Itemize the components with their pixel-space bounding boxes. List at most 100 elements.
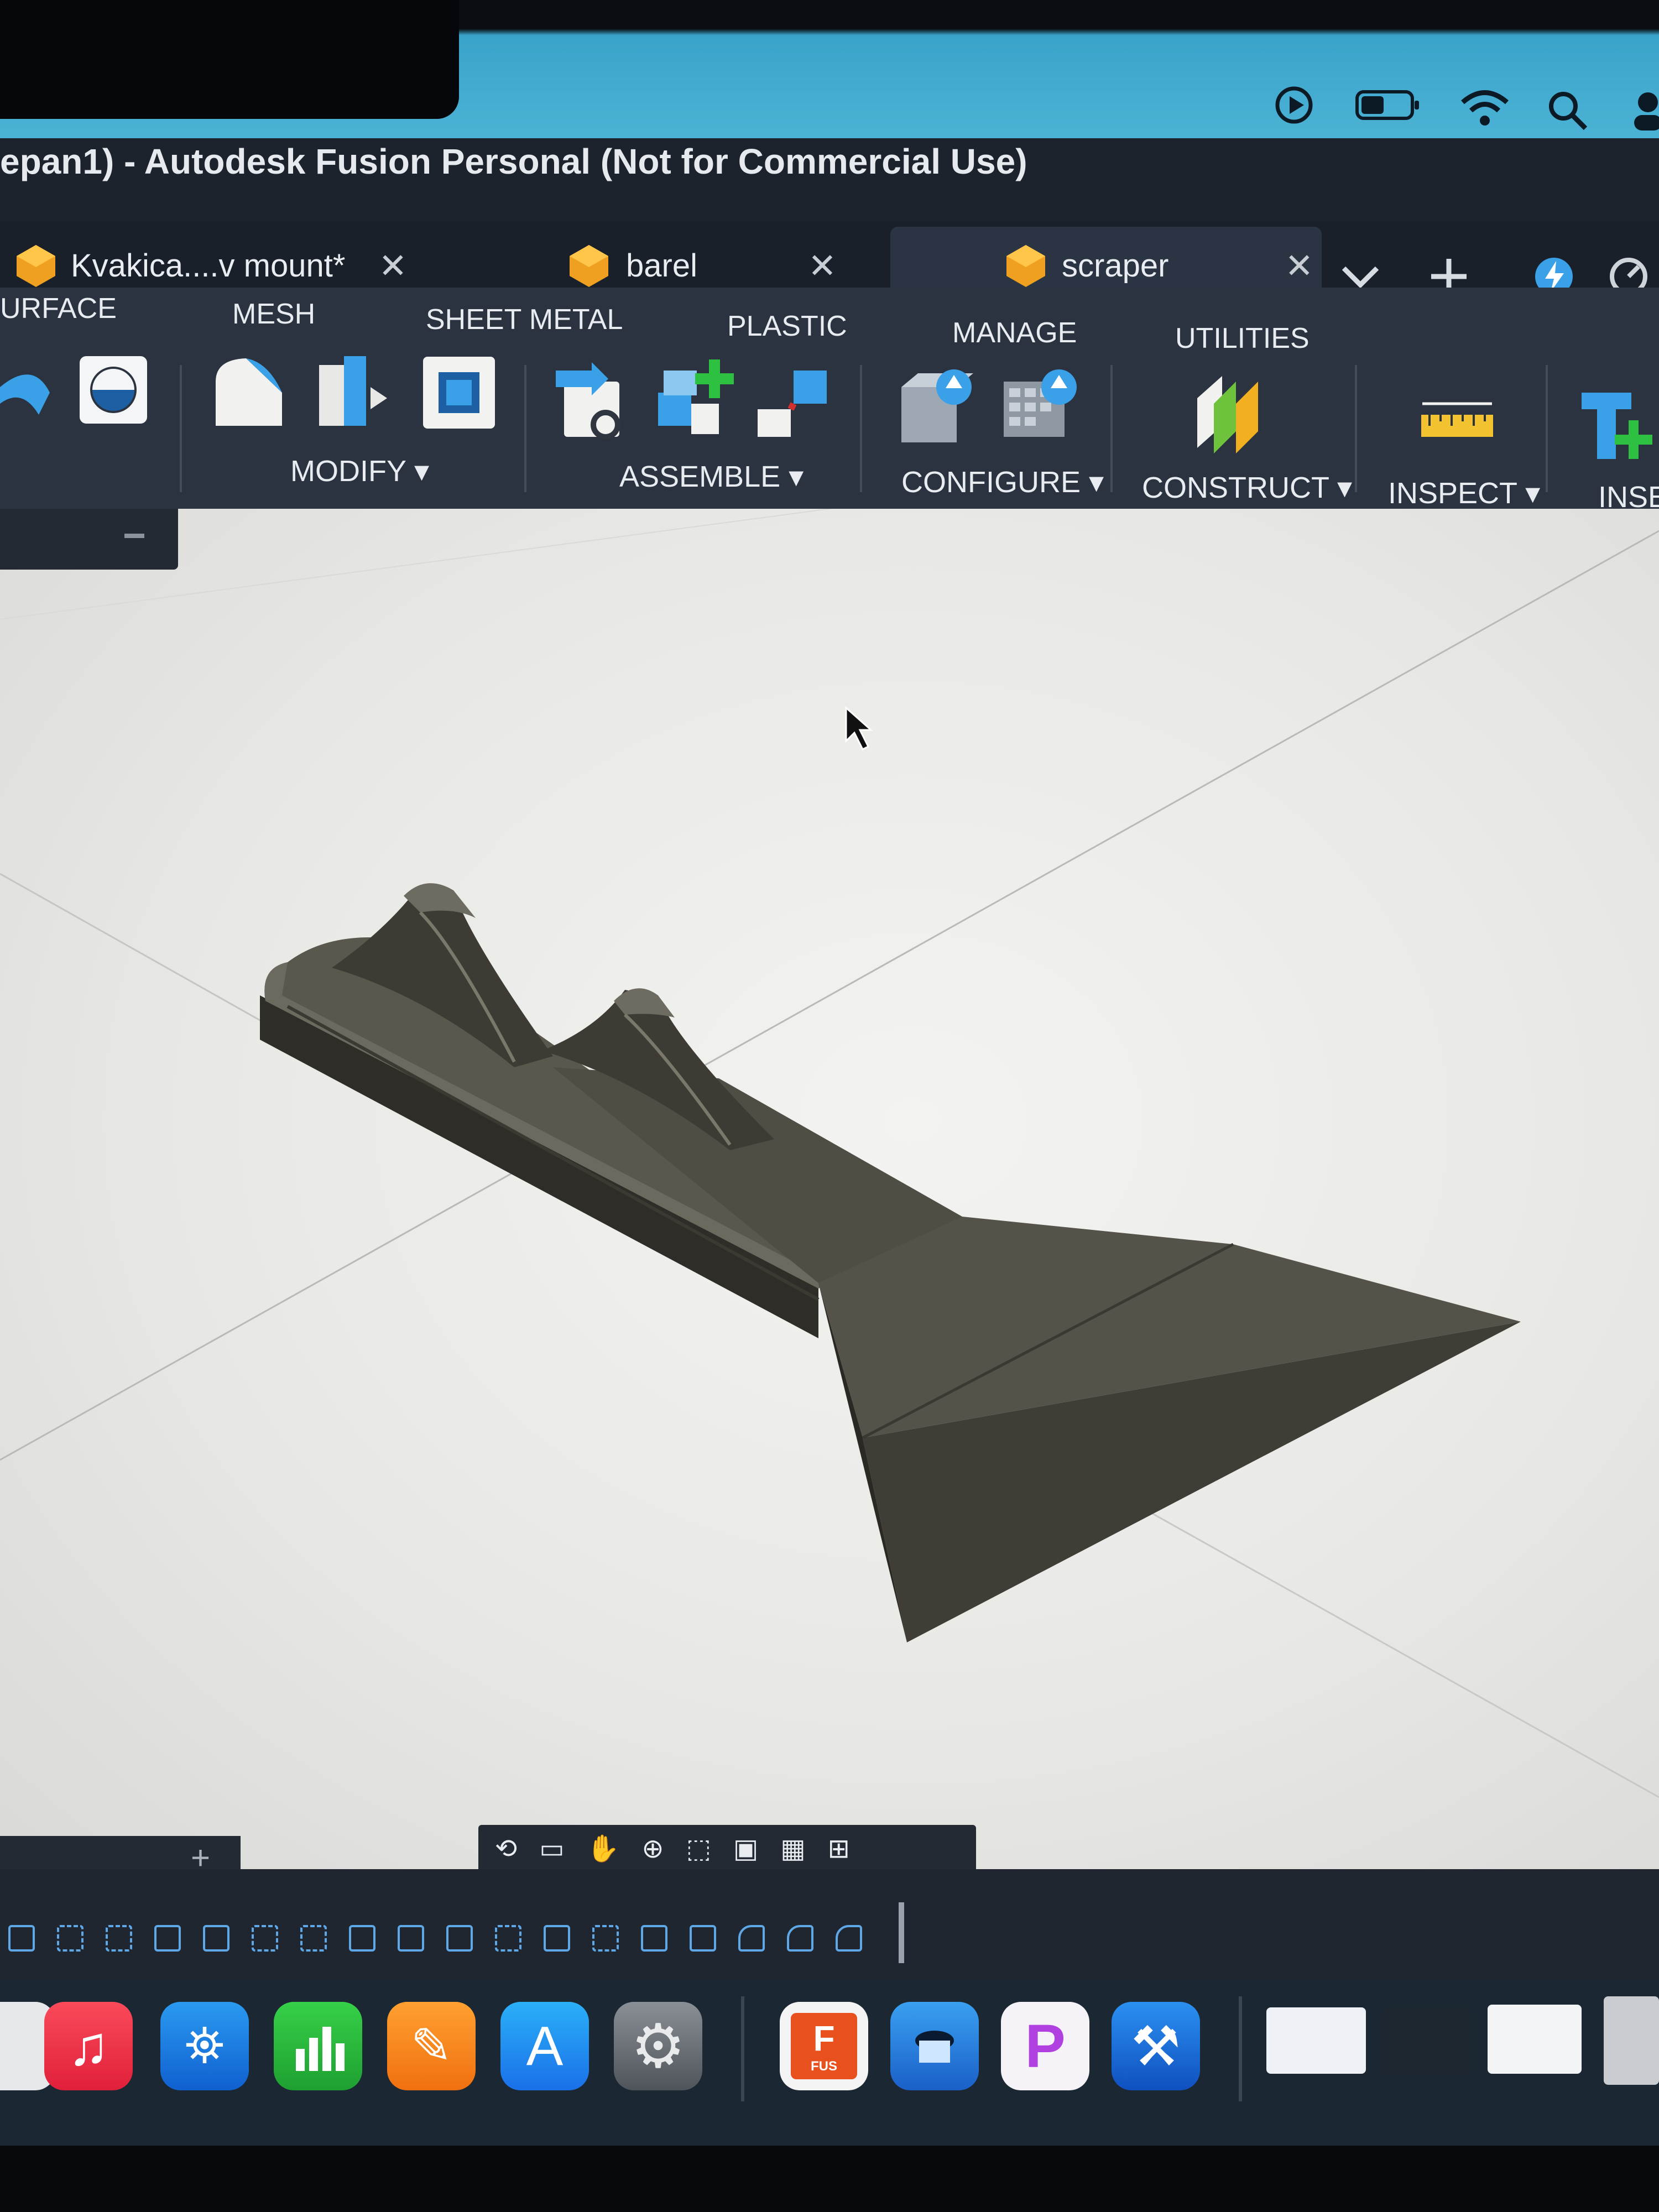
tab-sheet-metal[interactable]: SHEET METAL [426,303,623,336]
timeline-feature-icon[interactable] [690,1925,716,1952]
tab-label: barel [626,247,697,284]
timeline-feature-icon[interactable] [349,1925,375,1952]
tab-mesh[interactable]: MESH [232,298,315,331]
camera-notch [0,0,459,119]
timeline-feature-icon[interactable] [398,1925,424,1952]
group-configure[interactable]: CONFIGURE ▾ [901,465,1104,499]
collapse-icon[interactable] [124,534,144,538]
dock-minimized-window[interactable] [1383,2007,1471,2074]
insert-mcmaster-icon[interactable] [1576,382,1659,465]
group-inspect-label: INSPECT [1388,477,1517,510]
dock-preview-icon[interactable] [890,2002,979,2090]
dock-music-icon[interactable]: ♫ [44,2002,133,2090]
dock-trash-icon[interactable] [1604,1996,1659,2085]
tab-plastic[interactable]: PLASTIC [727,310,847,343]
timeline-feature-icon[interactable] [787,1925,813,1952]
fusion-letter: F [813,2018,835,2058]
surface-patch-icon[interactable] [0,354,83,437]
timeline-feature-icon[interactable] [8,1925,35,1952]
navigation-toolbar: ⟲ ▭ ✋ ⊕ ⬚ ▣ ▦ ⊞ [478,1825,976,1872]
design-file-icon [17,245,55,287]
play-icon[interactable] [1272,83,1316,127]
close-icon[interactable]: ✕ [808,246,837,286]
timeline-feature-icon[interactable] [641,1925,667,1952]
close-icon[interactable]: ✕ [1285,246,1313,286]
display-settings-icon[interactable]: ▣ [733,1833,758,1864]
joint-icon[interactable] [653,359,735,442]
group-assemble[interactable]: ASSEMBLE ▾ [619,459,804,494]
timeline-marker[interactable] [899,1902,904,1963]
grid-line [0,509,834,620]
scraper-model[interactable] [260,883,1521,1642]
timeline-feature-icon[interactable] [203,1925,229,1952]
group-modify[interactable]: MODIFY ▾ [290,453,429,488]
search-icon[interactable] [1546,88,1590,133]
timeline-feature-icon[interactable] [57,1925,84,1952]
group-construct-label: CONSTRUCT [1142,471,1329,504]
timeline-feature-icon[interactable] [446,1925,473,1952]
grid-line [1105,1486,1659,1798]
ribbon-separator [180,365,182,492]
dock-fusion-icon[interactable]: F FUS [780,2002,868,2090]
viewports-icon[interactable]: ⊞ [828,1833,850,1864]
user-icon[interactable] [1626,88,1659,133]
timeline-feature-icon[interactable] [300,1925,327,1952]
window-title: epan1) - Autodesk Fusion Personal (Not f… [0,142,1027,181]
tab-utilities[interactable]: UTILITIES [1175,322,1310,355]
dock-numbers-icon[interactable] [274,2002,362,2090]
tab-manage[interactable]: MANAGE [952,316,1077,349]
ribbon-separator [860,365,862,492]
configure-design-icon[interactable] [896,365,979,448]
dock-pages-icon[interactable]: ✎ [387,2002,476,2090]
dock-xcode-icon[interactable]: ⚒ [1112,2002,1200,2090]
close-icon[interactable]: ✕ [378,246,407,286]
timeline-feature-icon[interactable] [154,1925,181,1952]
dock-minimized-window[interactable] [1266,2007,1366,2074]
shell-icon[interactable] [418,351,500,434]
timeline-feature-icon[interactable] [738,1925,765,1952]
as-built-joint-icon[interactable] [752,365,835,448]
battery-icon [1355,90,1419,120]
dock-system-settings-icon[interactable]: ⚙ [614,2002,702,2090]
tab-surface[interactable]: URFACE [0,292,117,325]
group-modify-label: MODIFY [290,455,406,488]
surface-stitch-icon[interactable] [72,348,155,431]
3d-model-canvas[interactable] [0,509,1659,1869]
dock-pixelmator-icon[interactable]: P [1001,2002,1089,2090]
timeline-feature-icon[interactable] [544,1925,570,1952]
orbit-icon[interactable]: ⟲ [495,1833,517,1864]
group-configure-label: CONFIGURE [901,466,1081,499]
zoom-icon[interactable]: ⊕ [641,1833,664,1864]
wifi-icon[interactable] [1457,86,1512,130]
design-file-icon [1006,245,1045,287]
grid-icon[interactable]: ▦ [780,1833,805,1864]
measure-icon[interactable] [1416,382,1499,465]
dock-separator [741,1996,744,2101]
fillet-icon[interactable] [312,348,395,431]
timeline-feature-icon[interactable] [252,1925,278,1952]
3d-viewport[interactable] [0,509,1659,1869]
browser-panel-collapsed[interactable] [0,509,178,570]
look-at-icon[interactable]: ▭ [539,1833,564,1864]
tab-label: Kvakica....v mount* [71,247,346,284]
group-inspect[interactable]: INSPECT ▾ [1388,476,1540,510]
timeline-feature-icon[interactable] [495,1925,521,1952]
timeline-features [0,1913,940,1963]
offset-plane-icon[interactable] [1192,371,1275,453]
fusion-badge: FUS [811,2059,837,2074]
dock-app-store-icon[interactable]: A [500,2002,589,2090]
group-construct[interactable]: CONSTRUCT ▾ [1142,470,1352,505]
press-pull-icon[interactable] [207,348,290,431]
dock-minimized-window[interactable] [1488,2005,1582,2074]
configuration-table-icon[interactable] [998,365,1081,448]
timeline-feature-icon[interactable] [106,1925,132,1952]
pan-icon[interactable]: ✋ [587,1833,620,1864]
ribbon-separator [1546,365,1548,492]
new-component-icon[interactable] [553,359,636,442]
ribbon-separator [524,365,526,492]
fit-icon[interactable]: ⬚ [686,1833,711,1864]
ribbon-separator [1355,365,1357,492]
timeline-feature-icon[interactable] [592,1925,619,1952]
timeline-feature-icon[interactable] [836,1925,862,1952]
dock-keynote-icon[interactable]: ⛯ [160,2002,249,2090]
